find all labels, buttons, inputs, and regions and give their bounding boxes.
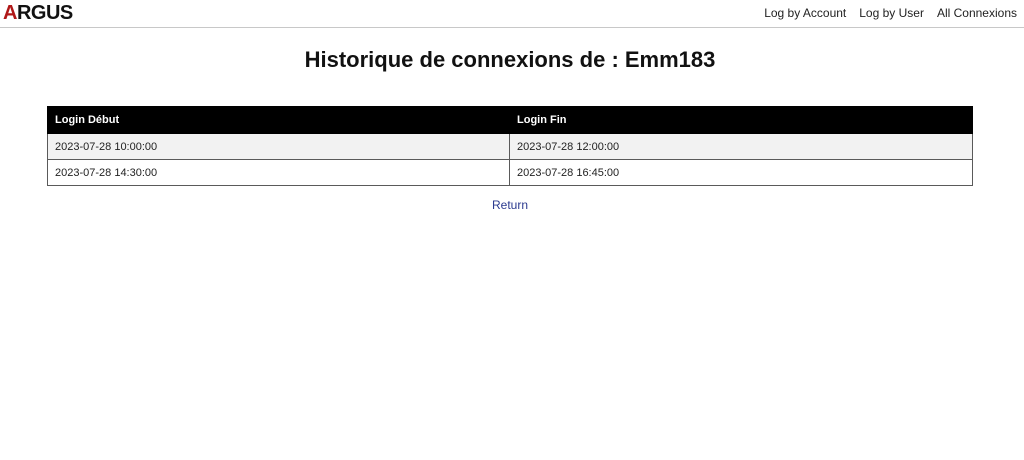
argus-logo[interactable]: A RGUS <box>3 3 73 23</box>
column-header-login-debut: Login Début <box>47 106 510 134</box>
cell-login-fin: 2023-07-28 12:00:00 <box>509 133 973 160</box>
table-row: 2023-07-28 14:30:00 2023-07-28 16:45:00 <box>47 159 973 186</box>
column-header-login-fin: Login Fin <box>509 106 973 134</box>
connection-history-table: Login Début Login Fin 2023-07-28 10:00:0… <box>47 106 973 186</box>
cell-login-debut: 2023-07-28 14:30:00 <box>47 159 510 186</box>
return-link-container: Return <box>0 198 1020 212</box>
table-header-row: Login Début Login Fin <box>47 106 973 134</box>
nav-log-by-account[interactable]: Log by Account <box>764 5 846 21</box>
nav-log-by-user[interactable]: Log by User <box>859 5 924 21</box>
cell-login-fin: 2023-07-28 16:45:00 <box>509 159 973 186</box>
table-row: 2023-07-28 10:00:00 2023-07-28 12:00:00 <box>47 133 973 160</box>
logo-text: RGUS <box>16 2 73 24</box>
nav-all-connexions[interactable]: All Connexions <box>937 5 1017 21</box>
top-bar: A RGUS Log by Account Log by User All Con… <box>0 0 1024 28</box>
logo-letter-a: A <box>3 2 17 24</box>
top-nav: Log by Account Log by User All Connexion… <box>764 5 1017 21</box>
return-link[interactable]: Return <box>492 198 528 212</box>
page-title: Historique de connexions de : Emm183 <box>304 47 716 72</box>
cell-login-debut: 2023-07-28 10:00:00 <box>47 133 510 160</box>
